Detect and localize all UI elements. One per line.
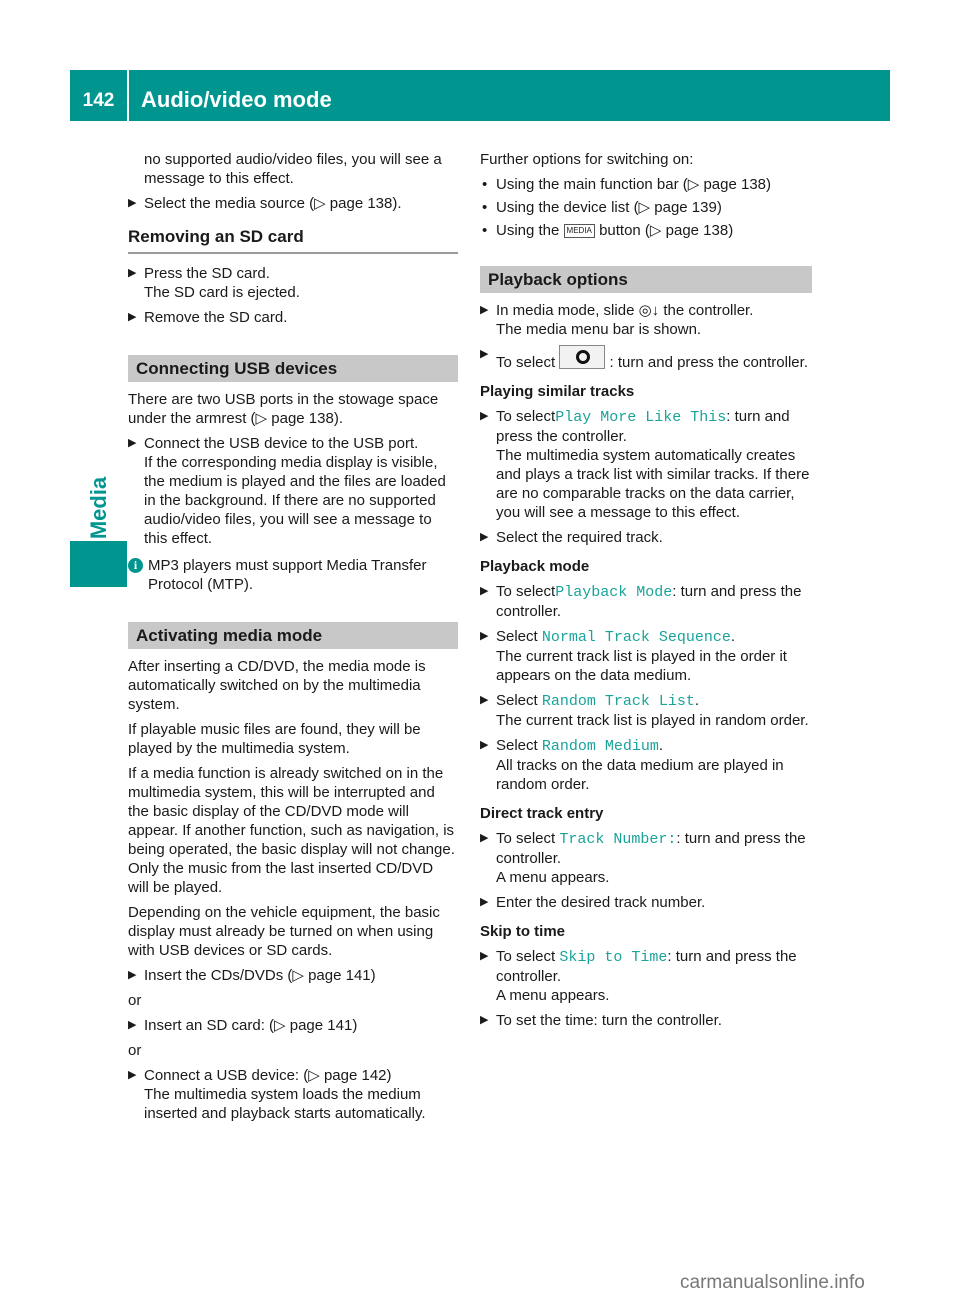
- instruction-step: ▶ Select Normal Track Sequence. The curr…: [480, 627, 812, 685]
- bullet-icon: •: [482, 222, 488, 239]
- info-note: i MP3 players must support Media Transfe…: [128, 556, 458, 594]
- instruction-step: ▶ To set the time: turn the controller.: [480, 1012, 722, 1029]
- controller-slide-down-icon: ◎↓: [638, 302, 660, 319]
- bullet-icon: •: [482, 199, 488, 216]
- step-arrow-icon: ▶: [128, 1019, 137, 1031]
- step-result: The multimedia system loads the medium i…: [144, 1086, 426, 1122]
- step-result: The media menu bar is shown.: [496, 321, 702, 338]
- or-text: or: [128, 992, 142, 1009]
- step-result: The multimedia system automatically crea…: [496, 447, 810, 521]
- paragraph: If playable music files are found, they …: [128, 721, 421, 757]
- instruction-step: ▶ Enter the desired track number.: [480, 894, 706, 911]
- options-gear-icon: [559, 345, 606, 369]
- list-item: • Using the main function bar (▷ page 13…: [482, 176, 772, 193]
- right-column: Further options for switching on: • Usin…: [480, 150, 812, 1036]
- paragraph: There are two USB ports in the stowage s…: [128, 391, 439, 427]
- section-heading-activating: Activating media mode: [128, 622, 458, 649]
- instruction-step: ▶ To select Skip to Time: turn and press…: [480, 947, 812, 1005]
- step-result: All tracks on the data medium are played…: [496, 757, 784, 793]
- paragraph: If a media function is already switched …: [128, 765, 455, 896]
- left-column: no supported audio/video files, you will…: [128, 150, 458, 1129]
- paragraph: Further options for switching on:: [480, 151, 694, 168]
- menu-item-play-more-like-this: Play More Like This: [555, 409, 727, 426]
- media-button-icon: MEDIA: [563, 224, 595, 238]
- list-item: • Using the MEDIA button (▷ page 138): [482, 222, 734, 239]
- step-arrow-icon: ▶: [480, 630, 489, 642]
- instruction-step: ▶ Connect the USB device to the USB port…: [128, 434, 458, 548]
- step-arrow-icon: ▶: [128, 437, 137, 449]
- step-arrow-icon: ▶: [128, 1069, 137, 1081]
- paragraph: no supported audio/video files, you will…: [144, 151, 442, 187]
- instruction-step: ▶ Press the SD card. The SD card is ejec…: [128, 264, 458, 302]
- instruction-step: ▶ Connect a USB device: (▷ page 142) The…: [128, 1066, 458, 1123]
- instruction-step: ▶ Remove the SD card.: [128, 309, 288, 326]
- step-result: If the corresponding media display is vi…: [144, 454, 446, 547]
- page-header: 142 Audio/video mode: [70, 70, 890, 121]
- instruction-step: ▶ Insert the CDs/DVDs (▷ page 141): [128, 967, 376, 984]
- menu-item-random-track-list: Random Track List: [541, 693, 695, 710]
- info-icon: i: [128, 558, 143, 573]
- bullet-icon: •: [482, 176, 488, 193]
- step-arrow-icon: ▶: [480, 410, 489, 422]
- section-heading-usb: Connecting USB devices: [128, 355, 458, 382]
- step-arrow-icon: ▶: [480, 585, 489, 597]
- subheading-similar: Playing similar tracks: [480, 383, 635, 400]
- step-arrow-icon: ▶: [480, 1014, 489, 1026]
- instruction-step: ▶ Select the required track.: [480, 529, 663, 546]
- section-tab-label: Media: [86, 476, 111, 540]
- step-result: The SD card is ejected.: [144, 284, 300, 301]
- section-heading-playback-options: Playback options: [480, 266, 812, 293]
- menu-item-random-medium: Random Medium: [541, 738, 659, 755]
- menu-item-playback-mode: Playback Mode: [555, 584, 673, 601]
- step-arrow-icon: ▶: [480, 739, 489, 751]
- instruction-step: ▶ Insert an SD card: (▷ page 141): [128, 1017, 358, 1034]
- instruction-step: ▶ To selectPlay More Like This: turn and…: [480, 407, 812, 522]
- section-tab-marker: [70, 541, 127, 587]
- step-arrow-icon: ▶: [480, 694, 489, 706]
- step-result: A menu appears.: [496, 987, 610, 1004]
- watermark: carmanualsonline.info: [680, 1272, 865, 1293]
- instruction-step: ▶ Select Random Track List. The current …: [480, 691, 812, 730]
- step-arrow-icon: ▶: [480, 950, 489, 962]
- step-arrow-icon: ▶: [480, 896, 489, 908]
- step-arrow-icon: ▶: [480, 348, 489, 360]
- menu-item-normal-track-sequence: Normal Track Sequence: [541, 629, 731, 646]
- instruction-step: ▶ Select Random Medium. All tracks on th…: [480, 736, 812, 794]
- instruction-step: ▶ To select : turn and press the control…: [480, 345, 812, 372]
- paragraph: Depending on the vehicle equipment, the …: [128, 904, 440, 959]
- step-result: A menu appears.: [496, 869, 610, 886]
- step-result: The current track list is played in the …: [496, 648, 787, 684]
- page-number: 142: [70, 70, 127, 121]
- page-title: Audio/video mode: [129, 70, 890, 121]
- step-arrow-icon: ▶: [128, 311, 137, 323]
- step-arrow-icon: ▶: [480, 304, 489, 316]
- paragraph: After inserting a CD/DVD, the media mode…: [128, 658, 426, 713]
- step-arrow-icon: ▶: [128, 267, 137, 279]
- instruction-step: ▶ In media mode, slide ◎↓ the controller…: [480, 301, 812, 339]
- instruction-step: ▶ To selectPlayback Mode: turn and press…: [480, 583, 802, 620]
- step-result: The current track list is played in rand…: [496, 712, 809, 729]
- step-arrow-icon: ▶: [480, 832, 489, 844]
- step-arrow-icon: ▶: [128, 969, 137, 981]
- instruction-step: ▶ To select Track Number:: turn and pres…: [480, 829, 812, 887]
- step-arrow-icon: ▶: [128, 197, 137, 209]
- section-heading-removing-sd: Removing an SD card: [128, 227, 458, 254]
- subheading-skip-to-time: Skip to time: [480, 923, 566, 940]
- or-text: or: [128, 1042, 142, 1059]
- menu-item-skip-to-time: Skip to Time: [559, 949, 668, 966]
- subheading-playback-mode: Playback mode: [480, 558, 590, 575]
- menu-item-track-number: Track Number:: [559, 831, 677, 848]
- instruction-step: ▶ Select the media source (▷ page 138).: [128, 195, 402, 212]
- list-item: • Using the device list (▷ page 139): [482, 199, 722, 216]
- step-arrow-icon: ▶: [480, 531, 489, 543]
- subheading-direct-track: Direct track entry: [480, 805, 604, 822]
